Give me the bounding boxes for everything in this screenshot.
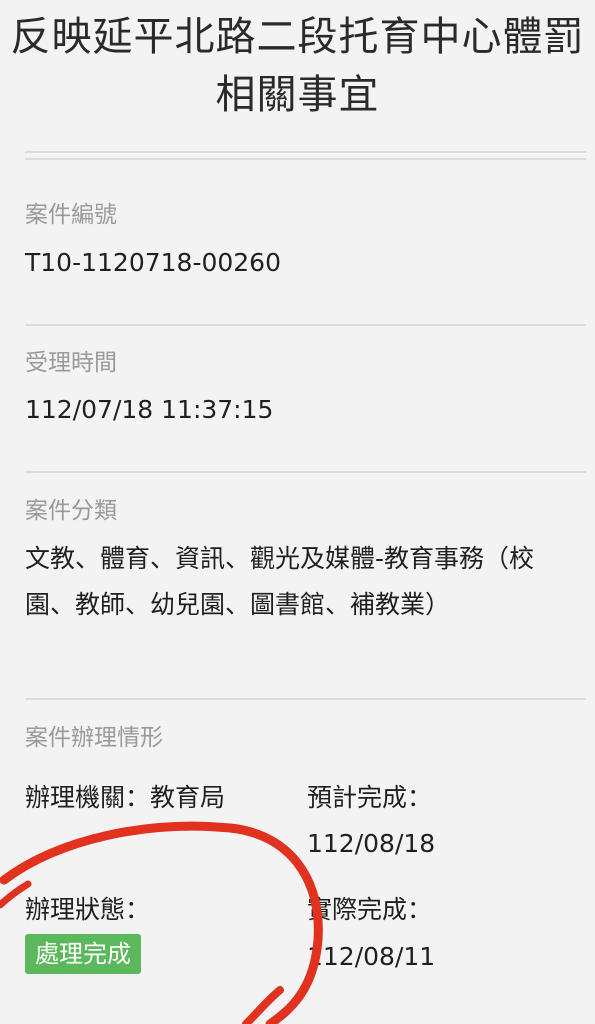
divider bbox=[25, 158, 586, 160]
divider bbox=[25, 324, 586, 326]
handling-label: 案件辦理情形 bbox=[25, 725, 163, 751]
expected-completion-value: 112/08/18 bbox=[307, 829, 436, 858]
divider bbox=[25, 698, 586, 700]
category-value: 文教、體育、資訊、觀光及媒體-教育事務（校園、教師、幼兒園、圖書館、補教業） bbox=[25, 544, 535, 619]
category-label: 案件分類 bbox=[25, 498, 117, 524]
actual-completion-value: 112/08/11 bbox=[307, 942, 436, 971]
actual-completion-label: 實際完成： bbox=[307, 895, 433, 924]
case-number-label: 案件編號 bbox=[25, 202, 117, 228]
received-time-value: 112/07/18 11:37:15 bbox=[25, 395, 274, 424]
case-title: 反映延平北路二段托育中心體罰相關事宜 bbox=[10, 14, 585, 118]
received-time-label: 受理時間 bbox=[25, 350, 117, 376]
divider bbox=[25, 471, 586, 473]
case-detail-page: 反映延平北路二段托育中心體罰相關事宜 案件編號 T10-1120718-0026… bbox=[0, 0, 595, 1024]
status-label: 辦理狀態： bbox=[25, 895, 151, 924]
case-number-value: T10-1120718-00260 bbox=[25, 248, 281, 277]
handling-agency: 辦理機關：教育局 bbox=[25, 783, 226, 812]
expected-completion-label: 預計完成： bbox=[307, 783, 433, 812]
status-badge: 處理完成 bbox=[25, 934, 141, 974]
divider bbox=[25, 151, 586, 153]
